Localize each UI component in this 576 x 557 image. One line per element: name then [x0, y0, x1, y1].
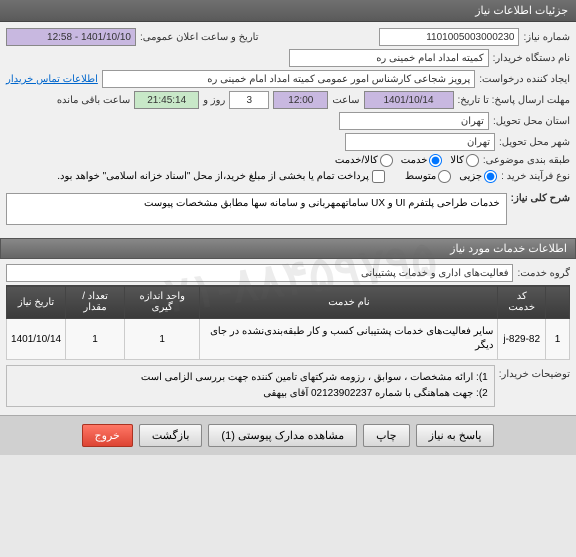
th-qty: تعداد / مقدار — [66, 286, 125, 319]
requester-field[interactable] — [102, 70, 475, 88]
remaining-label: ساعت باقی مانده — [57, 95, 130, 106]
radio-medium[interactable]: متوسط — [405, 170, 451, 183]
description-box: خدمات طراحی پلتفرم UI و UX ساماتهمهربانی… — [6, 193, 507, 225]
purchase-type-radios: جزیی متوسط — [405, 170, 497, 183]
province-field[interactable] — [339, 112, 489, 130]
requester-label: ایجاد کننده درخواست: — [479, 74, 570, 85]
radio-service[interactable]: خدمت — [401, 154, 443, 167]
window-header: جزئیات اطلاعات نیاز — [0, 0, 576, 22]
back-button[interactable]: بازگشت — [139, 424, 203, 447]
days-label: روز و — [203, 95, 225, 106]
days-remaining-field[interactable] — [229, 91, 269, 109]
need-number-label: شماره نیاز: — [523, 32, 570, 43]
cell-qty: 1 — [66, 319, 125, 360]
cell-unit: 1 — [124, 319, 199, 360]
need-number-field[interactable] — [379, 28, 519, 46]
th-unit: واحد اندازه گیری — [124, 286, 199, 319]
th-code: کد خدمت — [498, 286, 546, 319]
province-label: استان محل تحویل: — [493, 116, 570, 127]
service-group-field[interactable] — [6, 264, 513, 282]
buyer-name-label: نام دستگاه خریدار: — [493, 53, 570, 64]
description-label: شرح کلی نیاز: — [511, 189, 570, 204]
cell-num: 1 — [546, 319, 570, 360]
exit-button[interactable]: خروج — [82, 424, 133, 447]
notes-box: 1): ارائه مشخصات ، سوابق ، رزومه شرکتهای… — [6, 365, 495, 407]
table-header-row: کد خدمت نام خدمت واحد اندازه گیری تعداد … — [7, 286, 570, 319]
notes-line2: 2): جهت هماهنگی با شماره 02123902237 آقا… — [13, 386, 488, 402]
radio-small[interactable]: جزیی — [459, 170, 497, 183]
radio-both[interactable]: کالا/خدمت — [335, 154, 393, 167]
deadline-time-field[interactable] — [273, 91, 328, 109]
time-label-1: ساعت — [332, 95, 359, 106]
window-title: جزئیات اطلاعات نیاز — [475, 5, 568, 17]
services-section-header: اطلاعات خدمات مورد نیاز — [0, 238, 576, 259]
deadline-date-field[interactable] — [364, 91, 454, 109]
description-text: خدمات طراحی پلتفرم UI و UX ساماتهمهربانی… — [144, 198, 500, 209]
services-table: کد خدمت نام خدمت واحد اندازه گیری تعداد … — [6, 285, 570, 360]
classification-label: طبقه بندی موضوعی: — [483, 155, 570, 166]
classification-radios: کالا خدمت کالا/خدمت — [335, 154, 479, 167]
contact-link[interactable]: اطلاعات تماس خریدار — [6, 74, 98, 85]
time-remaining-field[interactable] — [134, 91, 199, 109]
button-bar: پاسخ به نیاز چاپ مشاهده مدارک پیوستی (1)… — [0, 415, 576, 455]
th-name: نام خدمت — [200, 286, 498, 319]
notes-label: توضیحات خریدار: — [499, 365, 570, 380]
purchase-type-label: نوع فرآیند خرید : — [501, 171, 570, 182]
notes-line1: 1): ارائه مشخصات ، سوابق ، رزومه شرکتهای… — [13, 370, 488, 386]
respond-button[interactable]: پاسخ به نیاز — [416, 424, 495, 447]
attachments-button[interactable]: مشاهده مدارک پیوستی (1) — [208, 424, 357, 447]
cell-date: 1401/10/14 — [7, 319, 66, 360]
th-date: تاریخ نیاز — [7, 286, 66, 319]
treasury-checkbox[interactable]: پرداخت تمام یا بخشی از مبلغ خرید،از محل … — [57, 170, 385, 183]
th-num — [546, 286, 570, 319]
buyer-name-field[interactable] — [289, 49, 489, 67]
city-field[interactable] — [345, 133, 495, 151]
deadline-label: مهلت ارسال پاسخ: تا تاریخ: — [458, 95, 570, 106]
announce-date-field[interactable] — [6, 28, 136, 46]
cell-code: 829-82-j — [498, 319, 546, 360]
announce-date-label: تاریخ و ساعت اعلان عمومی: — [140, 32, 259, 43]
form-section: شماره نیاز: تاریخ و ساعت اعلان عمومی: نا… — [0, 22, 576, 238]
cell-name: سایر فعالیت‌های خدمات پشتیبانی کسب و کار… — [200, 319, 498, 360]
city-label: شهر محل تحویل: — [499, 137, 570, 148]
service-group-label: گروه خدمت: — [517, 268, 570, 279]
print-button[interactable]: چاپ — [363, 424, 410, 447]
radio-goods[interactable]: کالا — [450, 154, 479, 167]
table-row[interactable]: 1 829-82-j سایر فعالیت‌های خدمات پشتیبان… — [7, 319, 570, 360]
